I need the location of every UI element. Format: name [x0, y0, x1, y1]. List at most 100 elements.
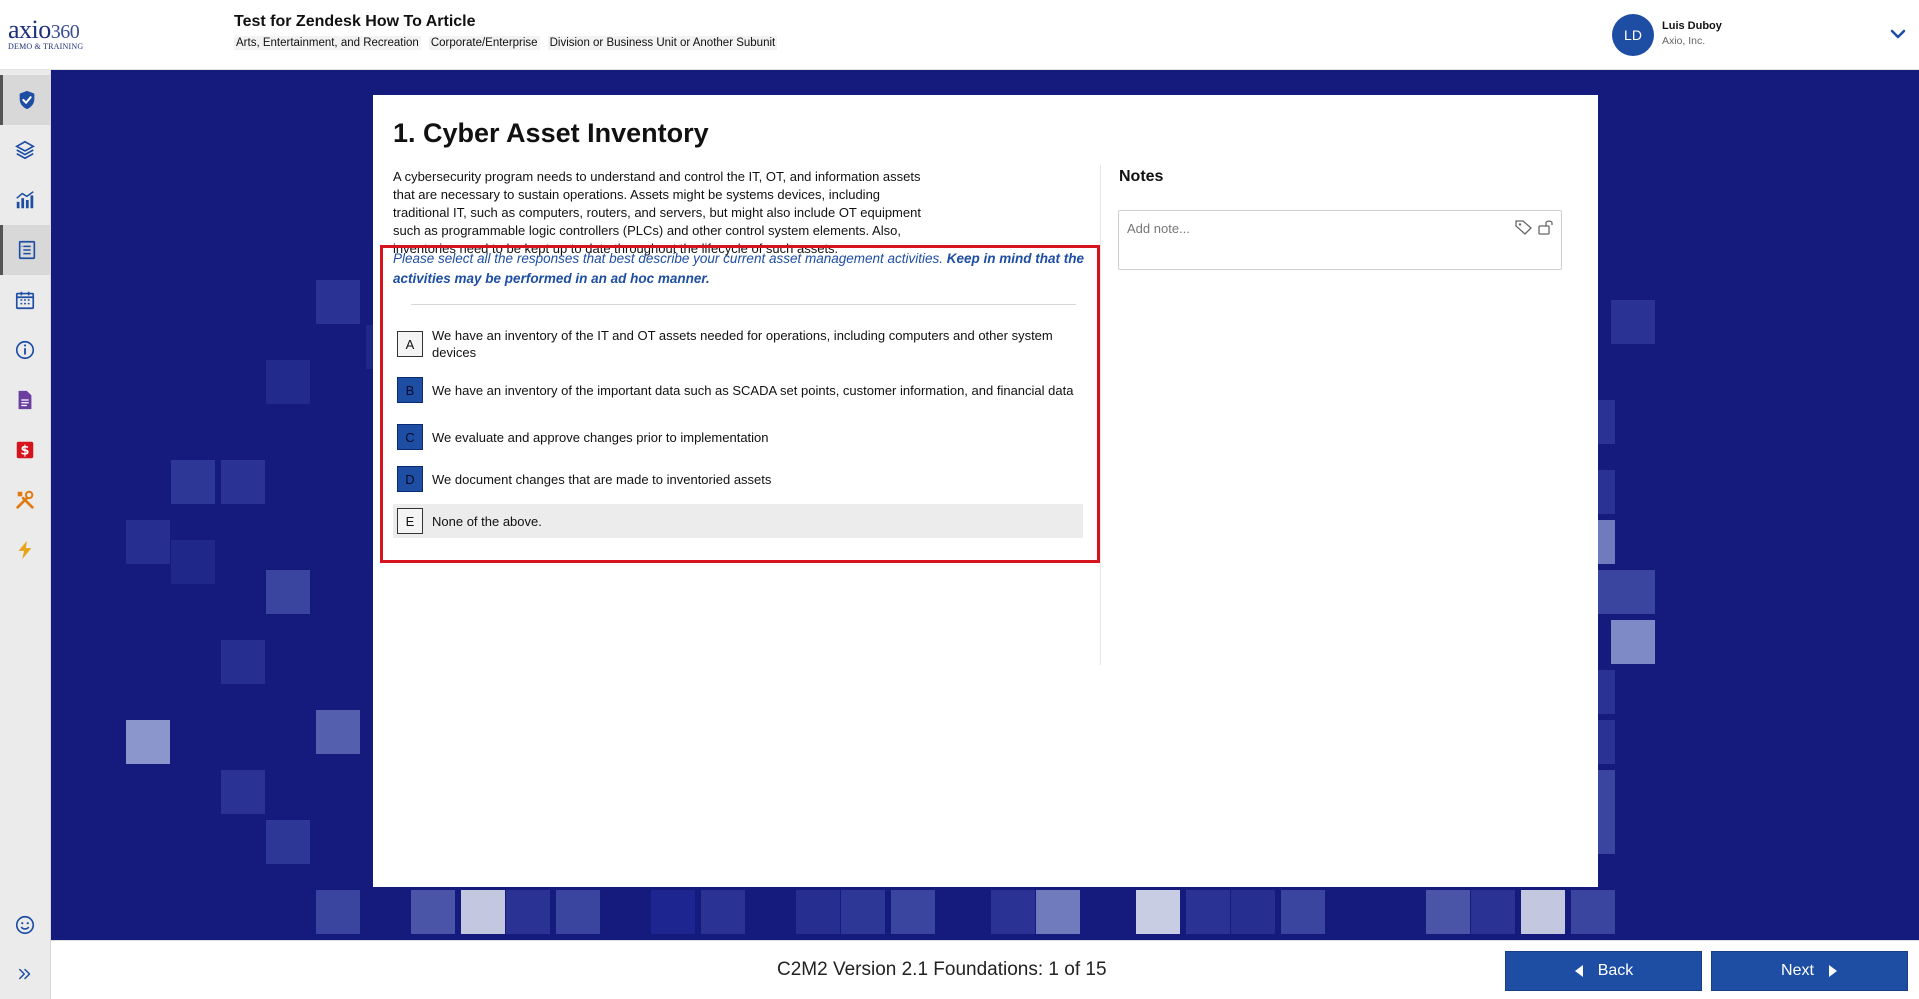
- notes-input[interactable]: [1127, 221, 1507, 236]
- option-text: We have an inventory of the IT and OT as…: [432, 328, 1053, 360]
- back-label: Back: [1597, 962, 1634, 979]
- assessment-progress: C2M2 Version 2.1 Foundations: 1 of 15: [777, 959, 1107, 980]
- triangle-right-icon: [1828, 965, 1837, 977]
- dollar-icon: $: [16, 441, 34, 459]
- list-document-icon: [18, 240, 35, 260]
- sidebar-item-financial[interactable]: $: [0, 425, 50, 475]
- background-tile: [556, 890, 600, 934]
- sidebar-item-quick-actions[interactable]: [0, 525, 50, 575]
- user-name: Luis Duboy: [1662, 20, 1722, 32]
- background-tile: [1611, 620, 1655, 664]
- background-tile: [1611, 300, 1655, 344]
- left-sidebar: $: [0, 70, 51, 999]
- background-tile: [796, 890, 840, 934]
- background-tile: [411, 890, 455, 934]
- assessment-title: Test for Zendesk How To Article: [234, 13, 476, 30]
- question-title: 1. Cyber Asset Inventory: [393, 118, 709, 148]
- option-text: We have an inventory of the important da…: [432, 382, 1074, 398]
- calendar-icon: [15, 291, 35, 310]
- next-button[interactable]: Next: [1711, 951, 1908, 991]
- info-icon: [15, 340, 35, 360]
- background-tile: [1611, 570, 1655, 614]
- expand-chevrons-icon: [19, 968, 31, 980]
- smiley-icon: [15, 915, 35, 935]
- logo-subtitle: DEMO & TRAINING: [8, 42, 84, 51]
- option-b[interactable]: B We have an inventory of the important …: [393, 373, 1083, 407]
- background-tile: [1036, 890, 1080, 934]
- background-tile: [316, 710, 360, 754]
- option-c[interactable]: C We evaluate and approve changes prior …: [393, 420, 1083, 454]
- analytics-chart-icon: [16, 191, 34, 209]
- background-tile: [266, 820, 310, 864]
- option-e[interactable]: E None of the above.: [393, 504, 1083, 538]
- background-tile: [316, 890, 360, 934]
- option-letter[interactable]: D: [397, 466, 423, 492]
- feedback-button[interactable]: [0, 905, 50, 945]
- background-tile: [171, 540, 215, 584]
- background-tile: [701, 890, 745, 934]
- question-card: 1. Cyber Asset Inventory A cybersecurity…: [373, 95, 1598, 887]
- background-tile: [126, 720, 170, 764]
- option-letter[interactable]: A: [397, 331, 423, 357]
- notes-box: [1118, 210, 1562, 270]
- file-icon: [18, 390, 32, 410]
- option-letter[interactable]: E: [397, 508, 423, 534]
- option-a[interactable]: A We have an inventory of the IT and OT …: [393, 323, 1083, 365]
- sidebar-item-layers[interactable]: [0, 125, 50, 175]
- background-tile: [221, 640, 265, 684]
- option-text: None of the above.: [432, 513, 542, 529]
- notes-title: Notes: [1119, 168, 1164, 185]
- sidebar-item-tools[interactable]: [0, 475, 50, 525]
- background-tile: [266, 570, 310, 614]
- sidebar-item-analytics[interactable]: [0, 175, 50, 225]
- background-tile: [1571, 890, 1615, 934]
- next-label: Next: [1781, 962, 1814, 979]
- option-text: We evaluate and approve changes prior to…: [432, 429, 769, 445]
- background-tile: [991, 890, 1035, 934]
- sidebar-item-questions[interactable]: [0, 225, 50, 275]
- background-tile: [221, 770, 265, 814]
- background-tile: [1281, 890, 1325, 934]
- background-tile: [171, 460, 215, 504]
- option-letter[interactable]: B: [397, 377, 423, 403]
- tag-industry: Arts, Entertainment, and Recreation: [234, 36, 421, 50]
- background-tile: [1186, 890, 1230, 934]
- background-tile: [841, 890, 885, 934]
- assessment-tags: Arts, Entertainment, and Recreation Corp…: [234, 36, 778, 50]
- user-organization: Axio, Inc.: [1662, 35, 1706, 47]
- background-tile: [1136, 890, 1180, 934]
- logo-text: axio: [8, 15, 51, 44]
- option-d[interactable]: D We document changes that are made to i…: [393, 462, 1083, 496]
- unlock-icon[interactable]: [1537, 219, 1555, 235]
- sidebar-item-calendar[interactable]: [0, 275, 50, 325]
- axio-logo[interactable]: axio360 DEMO & TRAINING: [8, 15, 98, 54]
- option-letter[interactable]: C: [397, 424, 423, 450]
- tag-icon[interactable]: [1515, 219, 1533, 235]
- expand-sidebar-button[interactable]: [0, 954, 50, 994]
- background-tile: [1471, 890, 1515, 934]
- lightning-icon: [18, 540, 32, 560]
- footer-bar: C2M2 Version 2.1 Foundations: 1 of 15 Ba…: [51, 940, 1919, 999]
- question-instruction: Please select all the responses that bes…: [393, 249, 1093, 289]
- chevron-down-icon[interactable]: [1888, 24, 1908, 44]
- background-tile: [461, 890, 505, 934]
- background-tile: [1426, 890, 1470, 934]
- back-button[interactable]: Back: [1505, 951, 1702, 991]
- background-tile: [316, 280, 360, 324]
- logo-number: 360: [50, 21, 80, 43]
- background-tile: [891, 890, 935, 934]
- sidebar-item-documents[interactable]: [0, 375, 50, 425]
- option-text: We document changes that are made to inv…: [432, 471, 772, 487]
- top-header: axio360 DEMO & TRAINING Test for Zendesk…: [0, 0, 1919, 70]
- background-tile: [651, 890, 695, 934]
- background-tile: [126, 520, 170, 564]
- column-divider: [1100, 165, 1101, 665]
- user-avatar[interactable]: LD: [1612, 14, 1654, 56]
- background-tile: [1521, 890, 1565, 934]
- sidebar-item-assessment[interactable]: [0, 75, 50, 125]
- layers-icon: [15, 140, 35, 160]
- background-tile: [221, 460, 265, 504]
- tools-icon: [16, 490, 34, 509]
- background-tile: [506, 890, 550, 934]
- sidebar-item-info[interactable]: [0, 325, 50, 375]
